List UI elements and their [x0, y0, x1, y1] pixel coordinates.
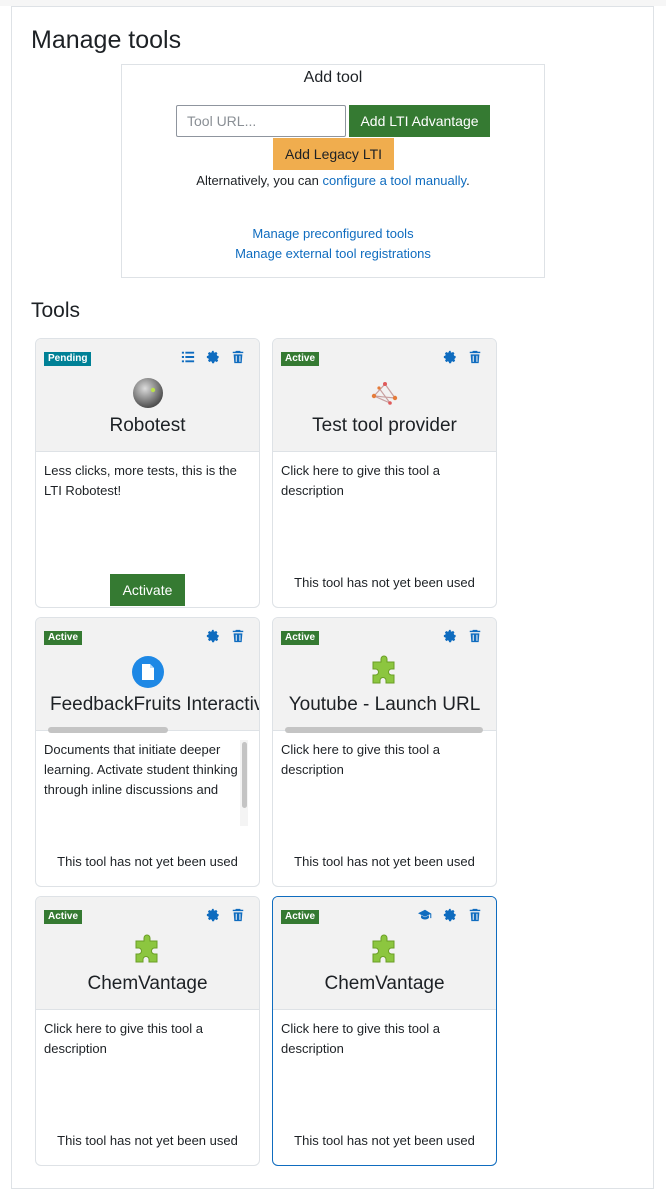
- status-badge: Active: [44, 910, 83, 924]
- activate-button[interactable]: Activate: [110, 574, 185, 606]
- card-actions: [206, 629, 245, 643]
- document-circle-icon: [131, 656, 164, 688]
- tool-name: Test tool provider: [312, 415, 457, 436]
- tool-name: Robotest: [109, 415, 186, 436]
- gear-icon[interactable]: [443, 908, 457, 922]
- manage-links: Manage preconfigured tools Manage extern…: [122, 224, 544, 264]
- card-header: Active ChemVantage: [36, 897, 259, 1010]
- tool-description[interactable]: Documents that initiate deeper learning.…: [44, 740, 240, 824]
- configure-manually-link[interactable]: configure a tool manually: [323, 173, 467, 188]
- usage-text: This tool has not yet been used: [294, 575, 475, 590]
- trash-icon[interactable]: [468, 908, 482, 922]
- list-icon[interactable]: [181, 350, 195, 364]
- trash-icon[interactable]: [231, 629, 245, 643]
- status-badge: Pending: [44, 352, 92, 366]
- trash-icon[interactable]: [231, 908, 245, 922]
- usage-text: This tool has not yet been used: [294, 1133, 475, 1148]
- tool-description[interactable]: Click here to give this tool a descripti…: [281, 461, 477, 501]
- manage-preconfigured-link[interactable]: Manage preconfigured tools: [252, 226, 413, 241]
- usage-text: This tool has not yet been used: [57, 1133, 238, 1148]
- trash-icon[interactable]: [468, 629, 482, 643]
- page-title: Manage tools: [31, 26, 182, 54]
- card-header: Active ChemVantage: [273, 897, 496, 1010]
- horizontal-scrollbar[interactable]: [285, 727, 483, 733]
- alternative-text-suffix: .: [466, 173, 470, 188]
- tool-card-robotest[interactable]: Pending Robotest Less clicks, more tests…: [35, 338, 260, 608]
- alternative-text: Alternatively, you can configure a tool …: [122, 173, 544, 188]
- status-badge: Active: [44, 631, 83, 645]
- status-badge: Active: [281, 352, 320, 366]
- add-lti-advantage-button[interactable]: Add LTI Advantage: [349, 105, 490, 137]
- puzzle-icon: [131, 934, 165, 968]
- card-header: Active Youtube - Launch URL: [273, 618, 496, 733]
- tool-name: ChemVantage: [87, 973, 208, 994]
- usage-text: This tool has not yet been used: [294, 854, 475, 869]
- card-header: Active FeedbackFruits Interactive: [36, 618, 259, 733]
- tool-name: FeedbackFruits Interactive: [50, 694, 259, 715]
- tool-description[interactable]: Click here to give this tool a descripti…: [281, 1019, 477, 1059]
- trash-icon[interactable]: [231, 350, 245, 364]
- card-header: Active Test tool provider: [273, 339, 496, 452]
- puzzle-icon: [368, 934, 402, 968]
- tool-description[interactable]: Less clicks, more tests, this is the LTI…: [44, 461, 240, 501]
- add-tool-panel: Add tool Add LTI Advantage Add Legacy LT…: [121, 64, 545, 278]
- graduation-cap-icon[interactable]: [418, 908, 432, 922]
- status-badge: Active: [281, 910, 320, 924]
- robot-ball-icon: [132, 378, 163, 408]
- gear-icon[interactable]: [206, 350, 220, 364]
- vertical-scrollbar[interactable]: [242, 742, 247, 808]
- alternative-text-prefix: Alternatively, you can: [196, 173, 323, 188]
- tool-url-input[interactable]: [176, 105, 346, 137]
- gear-icon[interactable]: [206, 908, 220, 922]
- puzzle-icon: [368, 655, 402, 689]
- card-actions: [181, 350, 245, 364]
- gear-icon[interactable]: [443, 350, 457, 364]
- network-graph-icon: [371, 382, 397, 405]
- tool-description[interactable]: Click here to give this tool a descripti…: [44, 1019, 240, 1059]
- tool-description[interactable]: Click here to give this tool a descripti…: [281, 740, 477, 780]
- tools-heading: Tools: [31, 299, 81, 322]
- usage-text: This tool has not yet been used: [57, 854, 238, 869]
- add-tool-title: Add tool: [303, 69, 363, 86]
- card-actions: [418, 908, 482, 922]
- card-actions: [206, 908, 245, 922]
- tool-card-feedbackfruits[interactable]: Active FeedbackFruits Interactive Docume…: [35, 617, 260, 887]
- horizontal-scrollbar[interactable]: [48, 727, 168, 733]
- tool-card-chemvantage-2[interactable]: Active ChemVantage Click here to give th…: [272, 896, 497, 1166]
- tool-card-test-tool-provider[interactable]: Active Test tool provider Click here to …: [272, 338, 497, 608]
- manage-registrations-link[interactable]: Manage external tool registrations: [235, 246, 431, 261]
- add-legacy-lti-button[interactable]: Add Legacy LTI: [273, 138, 394, 170]
- card-header: Pending Robotest: [36, 339, 259, 452]
- tool-card-youtube-launch-url[interactable]: Active Youtube - Launch URL Click here t…: [272, 617, 497, 887]
- tool-name: ChemVantage: [324, 973, 445, 994]
- card-actions: [443, 350, 482, 364]
- tool-card-chemvantage[interactable]: Active ChemVantage Click here to give th…: [35, 896, 260, 1166]
- trash-icon[interactable]: [468, 350, 482, 364]
- gear-icon[interactable]: [206, 629, 220, 643]
- status-badge: Active: [281, 631, 320, 645]
- tool-name: Youtube - Launch URL: [288, 694, 481, 715]
- gear-icon[interactable]: [443, 629, 457, 643]
- card-actions: [443, 629, 482, 643]
